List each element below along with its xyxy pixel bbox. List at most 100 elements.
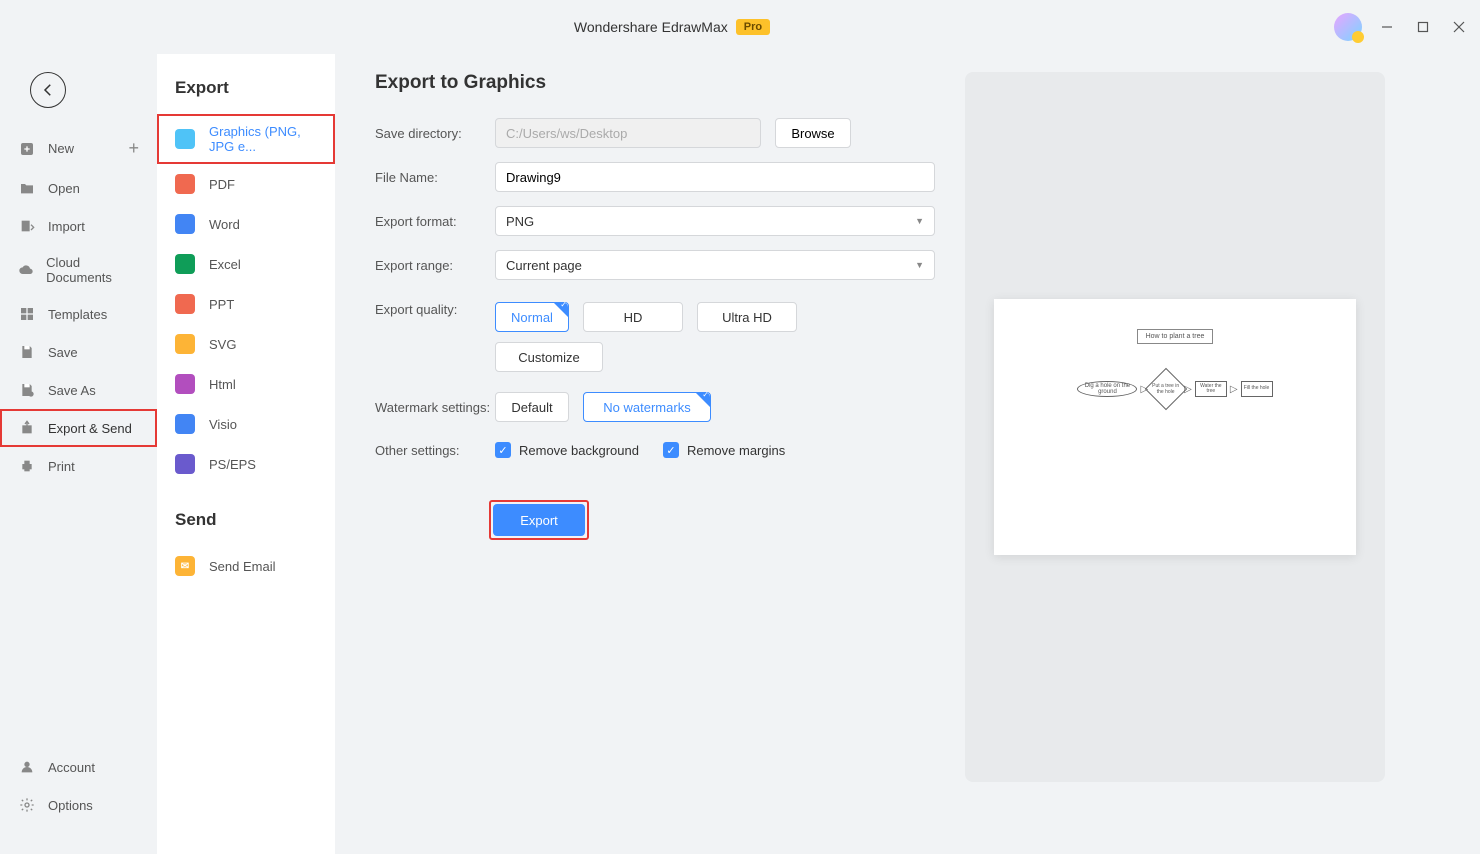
sidebar-item-options[interactable]: Options bbox=[0, 786, 157, 824]
sidebar-item-label: Options bbox=[48, 798, 93, 813]
quality-customize[interactable]: Customize bbox=[495, 342, 603, 372]
format-file-icon bbox=[175, 454, 195, 474]
watermark-default[interactable]: Default bbox=[495, 392, 569, 422]
filename-input[interactable] bbox=[495, 162, 935, 192]
sidebar-item-save[interactable]: Save bbox=[0, 333, 157, 371]
close-button[interactable] bbox=[1448, 16, 1470, 38]
remove-background-checkbox[interactable]: ✓Remove background bbox=[495, 442, 639, 458]
format-item-word[interactable]: Word bbox=[157, 204, 335, 244]
sidebar-secondary: Export Graphics (PNG, JPG e...PDFWordExc… bbox=[157, 54, 335, 854]
format-item-excel[interactable]: Excel bbox=[157, 244, 335, 284]
export-icon bbox=[18, 419, 36, 437]
sidebar-item-account[interactable]: Account bbox=[0, 748, 157, 786]
quality-ultrahd[interactable]: Ultra HD bbox=[697, 302, 797, 332]
flow-arrow-icon: ▷ bbox=[1230, 384, 1238, 395]
watermark-label: Watermark settings: bbox=[375, 400, 495, 415]
format-file-icon bbox=[175, 414, 195, 434]
sidebar-item-label: Import bbox=[48, 219, 85, 234]
flow-step-4: Fill the hole bbox=[1241, 381, 1273, 397]
sidebar-item-label: New bbox=[48, 141, 74, 156]
sidebar-item-label: Templates bbox=[48, 307, 107, 322]
sidebar-item-label: Export & Send bbox=[48, 421, 132, 436]
import-icon bbox=[18, 217, 36, 235]
minimize-button[interactable] bbox=[1376, 16, 1398, 38]
format-label: Html bbox=[209, 377, 236, 392]
app-title: Wondershare EdrawMax bbox=[574, 19, 728, 35]
format-item-visio[interactable]: Visio bbox=[157, 404, 335, 444]
format-label: Graphics (PNG, JPG e... bbox=[209, 124, 317, 154]
avatar[interactable] bbox=[1334, 13, 1362, 41]
format-label: Excel bbox=[209, 257, 241, 272]
sidebar-item-save-as[interactable]: Save As bbox=[0, 371, 157, 409]
plus-square-icon bbox=[18, 140, 36, 158]
flow-step-2: Put a tree in the hole bbox=[1145, 368, 1187, 410]
preview-panel: How to plant a tree Dig a hole on the gr… bbox=[965, 72, 1385, 782]
filename-label: File Name: bbox=[375, 170, 495, 185]
range-label: Export range: bbox=[375, 258, 495, 273]
quality-hd[interactable]: HD bbox=[583, 302, 683, 332]
templates-icon bbox=[18, 305, 36, 323]
format-item-svg[interactable]: SVG bbox=[157, 324, 335, 364]
save-icon bbox=[18, 343, 36, 361]
cloud-icon bbox=[18, 261, 34, 279]
format-item-ps-eps[interactable]: PS/EPS bbox=[157, 444, 335, 484]
export-button[interactable]: Export bbox=[493, 504, 585, 536]
sidebar-item-cloud-documents[interactable]: Cloud Documents bbox=[0, 245, 157, 295]
format-file-icon bbox=[175, 129, 195, 149]
sidebar-item-templates[interactable]: Templates bbox=[0, 295, 157, 333]
other-label: Other settings: bbox=[375, 443, 495, 458]
format-label: PDF bbox=[209, 177, 235, 192]
format-label: PS/EPS bbox=[209, 457, 256, 472]
format-item-graphics-png-jpg-e[interactable]: Graphics (PNG, JPG e... bbox=[157, 114, 335, 164]
preview-title: How to plant a tree bbox=[1137, 329, 1214, 344]
format-label: SVG bbox=[209, 337, 236, 352]
save-dir-label: Save directory: bbox=[375, 126, 495, 141]
send-heading: Send bbox=[157, 504, 335, 546]
account-icon bbox=[18, 758, 36, 776]
format-label: Word bbox=[209, 217, 240, 232]
new-plus-icon[interactable]: + bbox=[128, 138, 139, 159]
save-dir-input[interactable] bbox=[495, 118, 761, 148]
format-item-html[interactable]: Html bbox=[157, 364, 335, 404]
format-file-icon bbox=[175, 294, 195, 314]
preview-canvas: How to plant a tree Dig a hole on the gr… bbox=[994, 299, 1355, 555]
format-item-ppt[interactable]: PPT bbox=[157, 284, 335, 324]
sidebar-item-import[interactable]: Import bbox=[0, 207, 157, 245]
print-icon bbox=[18, 457, 36, 475]
quality-label: Export quality: bbox=[375, 302, 495, 317]
folder-icon bbox=[18, 179, 36, 197]
sidebar-item-open[interactable]: Open bbox=[0, 169, 157, 207]
format-file-icon bbox=[175, 254, 195, 274]
maximize-button[interactable] bbox=[1412, 16, 1434, 38]
export-button-highlight: Export bbox=[489, 500, 589, 540]
sidebar-item-label: Account bbox=[48, 760, 95, 775]
email-icon: ✉ bbox=[175, 556, 195, 576]
gear-icon bbox=[18, 796, 36, 814]
format-file-icon bbox=[175, 174, 195, 194]
back-button[interactable] bbox=[30, 72, 66, 108]
sidebar-item-new[interactable]: New + bbox=[0, 128, 157, 169]
format-label: PPT bbox=[209, 297, 234, 312]
main-content: Export to Graphics Save directory: Brows… bbox=[335, 54, 1480, 854]
remove-margins-checkbox[interactable]: ✓Remove margins bbox=[663, 442, 785, 458]
format-label: Export format: bbox=[375, 214, 495, 229]
send-label: Send Email bbox=[209, 559, 275, 574]
send-item-send-email[interactable]: ✉ Send Email bbox=[157, 546, 335, 586]
format-item-pdf[interactable]: PDF bbox=[157, 164, 335, 204]
saveas-icon bbox=[18, 381, 36, 399]
sidebar-item-label: Print bbox=[48, 459, 75, 474]
watermark-none[interactable]: No watermarks bbox=[583, 392, 711, 422]
format-file-icon bbox=[175, 334, 195, 354]
format-file-icon bbox=[175, 214, 195, 234]
range-select[interactable]: Current page▼ bbox=[495, 250, 935, 280]
format-select[interactable]: PNG▼ bbox=[495, 206, 935, 236]
flow-step-3: Water the tree bbox=[1195, 381, 1227, 397]
sidebar-item-print[interactable]: Print bbox=[0, 447, 157, 485]
sidebar-primary: New + Open Import Cloud Documents Templates Sa… bbox=[0, 54, 157, 854]
pro-badge: Pro bbox=[736, 19, 770, 35]
sidebar-item-export-send[interactable]: Export & Send bbox=[0, 409, 157, 447]
browse-button[interactable]: Browse bbox=[775, 118, 851, 148]
sidebar-item-label: Save As bbox=[48, 383, 96, 398]
quality-normal[interactable]: Normal bbox=[495, 302, 569, 332]
flow-step-1: Dig a hole on the ground bbox=[1077, 381, 1137, 397]
